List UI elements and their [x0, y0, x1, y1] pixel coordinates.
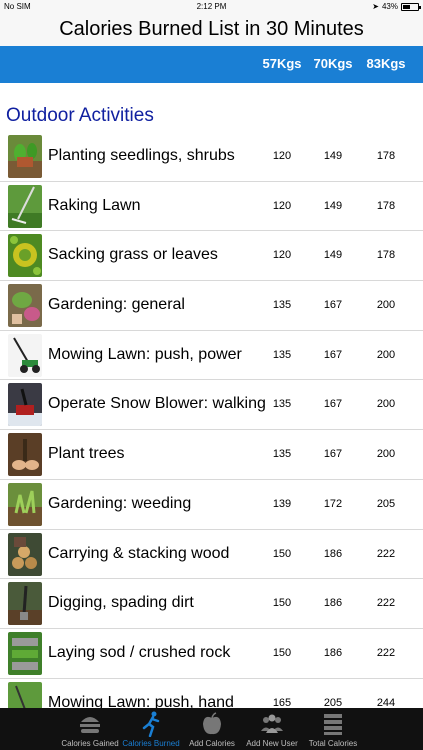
activity-name: Operate Snow Blower: walking — [48, 395, 266, 413]
calories-83kg: 178 — [376, 150, 396, 162]
snow-blower-thumbnail — [8, 383, 42, 427]
calories-83kg: 205 — [376, 497, 396, 510]
list-item[interactable]: Digging, spading dirt 150 186 222 — [0, 579, 423, 629]
calories-83kg: 244 — [376, 696, 396, 709]
gardening-thumbnail — [8, 284, 42, 328]
list-icon — [324, 714, 342, 735]
leaves-thumbnail — [8, 234, 42, 278]
calories-70kg: 186 — [323, 597, 343, 610]
calories-83kg: 222 — [376, 646, 396, 659]
activity-name: Carrying & stacking wood — [48, 544, 230, 562]
calories-57kg: 165 — [272, 696, 292, 709]
page-title: Calories Burned List in 30 Minutes — [0, 14, 423, 46]
calories-83kg: 200 — [376, 299, 396, 312]
battery-percent: 43% — [381, 2, 398, 11]
calories-83kg: 200 — [376, 348, 396, 361]
tab-add-calories[interactable]: Add Calories — [182, 708, 242, 750]
tab-total-calories[interactable]: Total Calories — [303, 708, 363, 750]
tab-label: Total Calories — [308, 739, 358, 748]
calories-70kg: 167 — [323, 448, 343, 461]
section-title: Outdoor Activities — [6, 105, 154, 126]
column-header-70: 70Kgs — [313, 56, 353, 71]
list-item[interactable]: Operate Snow Blower: walking 135 167 200 — [0, 380, 423, 431]
column-header-83: 83Kgs — [366, 56, 406, 71]
list-item[interactable]: Carrying & stacking wood 150 186 222 — [0, 530, 423, 580]
activity-name: Digging, spading dirt — [48, 594, 194, 612]
activity-name: Mowing Lawn: push, power — [48, 345, 242, 363]
calories-83kg: 178 — [376, 249, 396, 262]
calories-57kg: 150 — [272, 597, 292, 610]
mower-thumbnail — [8, 333, 42, 377]
activity-name: Raking Lawn — [48, 196, 141, 214]
tab-calories-gained[interactable]: Calories Gained — [60, 708, 120, 750]
runner-icon — [142, 711, 160, 737]
list-item[interactable]: Raking Lawn 120 149 178 — [0, 182, 423, 232]
activity-list: Planting seedlings, shrubs 120 149 178 R… — [0, 132, 423, 729]
tab-label: Add Calories — [189, 739, 235, 748]
calories-70kg: 186 — [323, 547, 343, 560]
list-item[interactable]: Laying sod / crushed rock 150 186 222 — [0, 629, 423, 679]
calories-57kg: 135 — [272, 299, 292, 312]
tab-bar: Calories Gained Calories Burned Add Calo… — [0, 708, 423, 750]
list-item[interactable]: Gardening: general 135 167 200 — [0, 281, 423, 331]
calories-70kg: 149 — [323, 199, 343, 212]
seedlings-thumbnail — [8, 135, 42, 178]
calories-57kg: 135 — [272, 348, 292, 361]
users-icon — [261, 714, 283, 733]
sod-thumbnail — [8, 631, 42, 675]
calories-57kg: 135 — [272, 398, 292, 411]
tree-planting-thumbnail — [8, 433, 42, 477]
calories-83kg: 178 — [376, 199, 396, 212]
tab-calories-burned[interactable]: Calories Burned — [121, 708, 181, 750]
tab-add-new-user[interactable]: Add New User — [242, 708, 302, 750]
list-item[interactable]: Gardening: weeding 139 172 205 — [0, 480, 423, 530]
activity-name: Planting seedlings, shrubs — [48, 147, 235, 164]
list-item[interactable]: Plant trees 135 167 200 — [0, 430, 423, 480]
calories-70kg: 167 — [323, 299, 343, 312]
status-time: 2:12 PM — [196, 2, 227, 11]
calories-83kg: 222 — [376, 597, 396, 610]
calories-57kg: 120 — [272, 150, 292, 162]
location-icon: ➤ — [372, 2, 379, 11]
digging-thumbnail — [8, 582, 42, 626]
calories-83kg: 222 — [376, 547, 396, 560]
calories-70kg: 149 — [323, 150, 343, 162]
weeding-thumbnail — [8, 482, 42, 526]
calories-70kg: 172 — [323, 497, 343, 510]
status-right: ➤ 43% — [372, 2, 421, 11]
calories-57kg: 150 — [272, 646, 292, 659]
calories-70kg: 186 — [323, 646, 343, 659]
activity-name: Sacking grass or leaves — [48, 246, 218, 264]
tab-label: Calories Burned — [122, 739, 180, 748]
calories-70kg: 149 — [323, 249, 343, 262]
activity-name: Gardening: weeding — [48, 494, 192, 512]
calories-57kg: 120 — [272, 249, 292, 262]
calories-57kg: 135 — [272, 448, 292, 461]
calories-57kg: 139 — [272, 497, 292, 510]
battery-icon — [401, 2, 421, 11]
calories-57kg: 150 — [272, 547, 292, 560]
list-item[interactable]: Planting seedlings, shrubs 120 149 178 — [0, 132, 423, 182]
activity-name: Gardening: general — [48, 296, 185, 314]
activity-name: Laying sod / crushed rock — [48, 643, 231, 661]
column-header-57: 57Kgs — [262, 56, 302, 71]
activity-name: Plant trees — [48, 445, 125, 463]
tab-label: Add New User — [246, 739, 298, 748]
calories-83kg: 200 — [376, 398, 396, 411]
calories-70kg: 167 — [323, 398, 343, 411]
calories-83kg: 200 — [376, 448, 396, 461]
status-bar: No SIM 2:12 PM ➤ 43% — [0, 0, 423, 14]
calories-70kg: 167 — [323, 348, 343, 361]
wood-thumbnail — [8, 532, 42, 576]
calories-57kg: 120 — [272, 199, 292, 212]
list-item[interactable]: Sacking grass or leaves 120 149 178 — [0, 231, 423, 282]
rake-thumbnail — [8, 184, 42, 228]
tab-label: Calories Gained — [61, 739, 119, 748]
weight-header: 57Kgs 70Kgs 83Kgs — [0, 46, 423, 83]
list-item[interactable]: Mowing Lawn: push, power 135 167 200 — [0, 331, 423, 381]
calories-70kg: 205 — [323, 696, 343, 709]
apple-icon — [203, 712, 221, 735]
burger-icon — [80, 717, 100, 733]
